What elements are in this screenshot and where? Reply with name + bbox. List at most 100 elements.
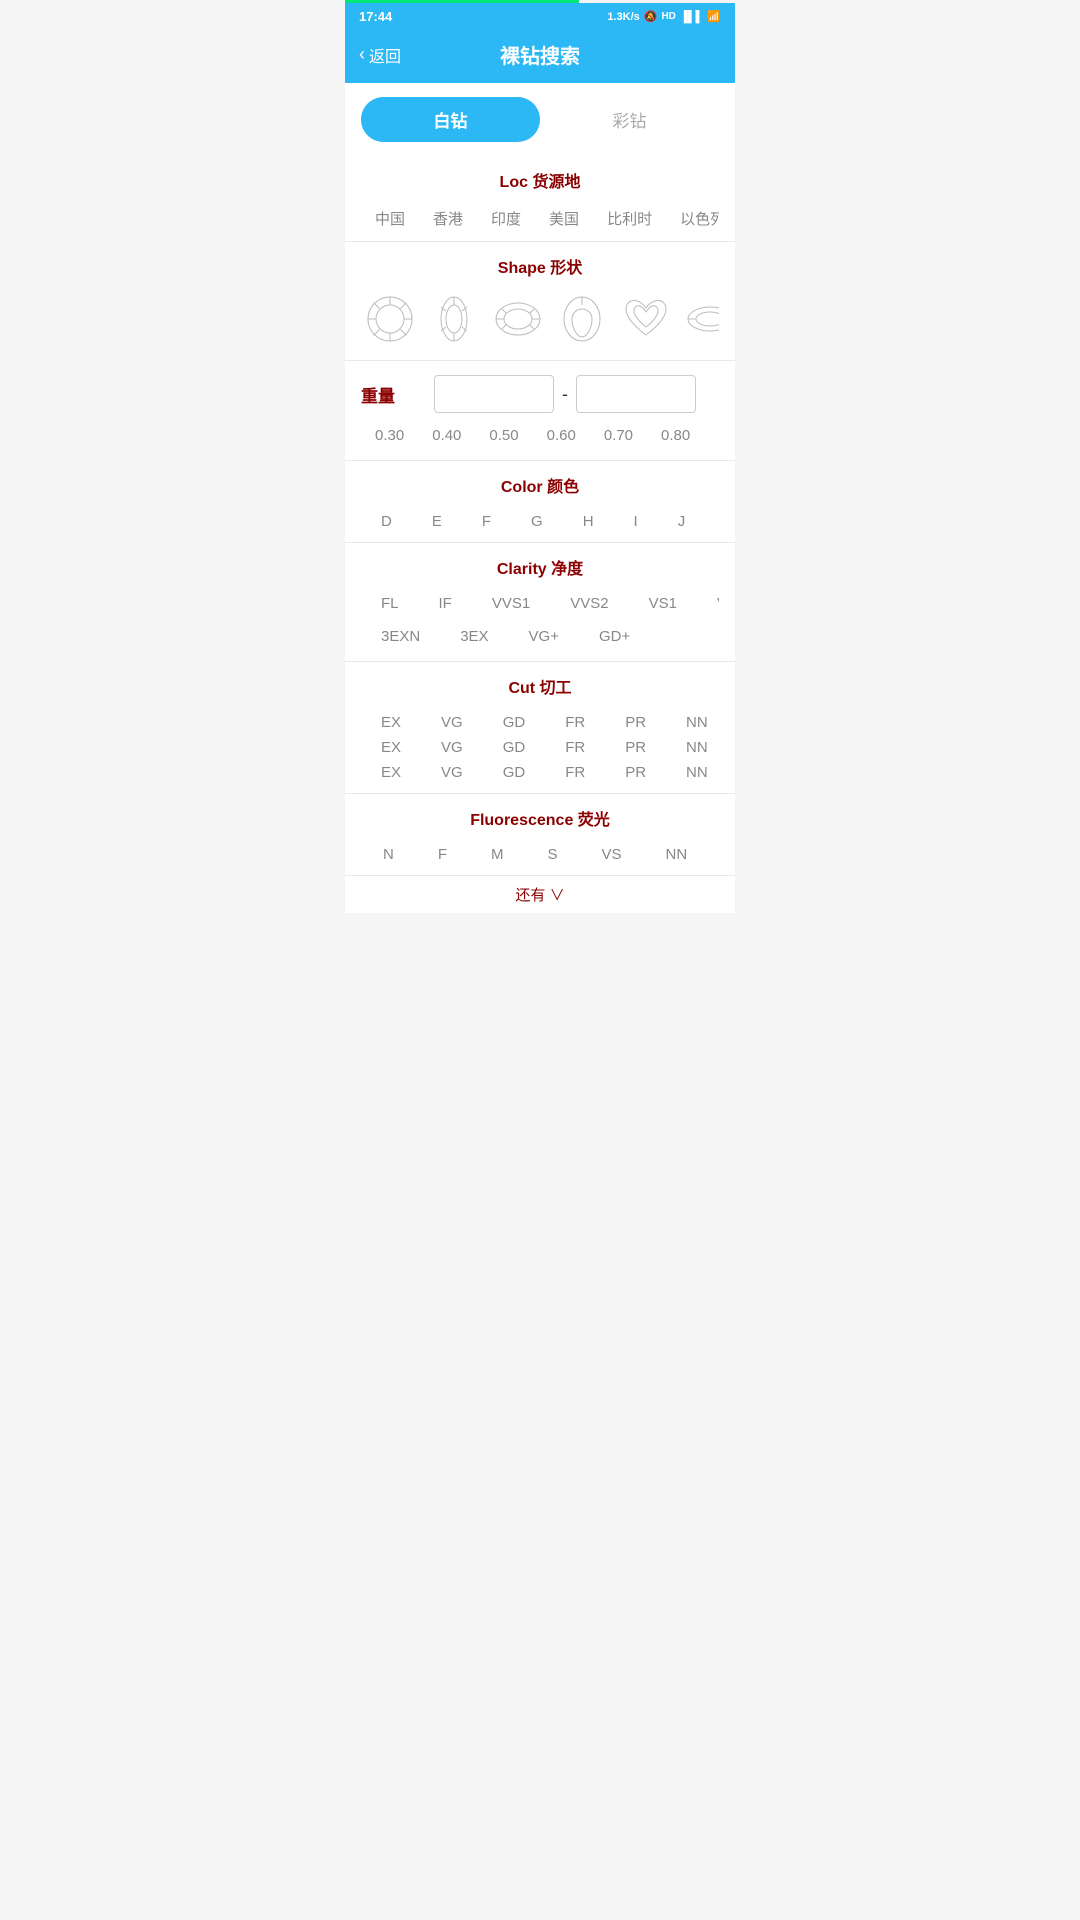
- tab-switcher: 白钻 彩钻: [345, 83, 735, 156]
- sym-PR[interactable]: PR: [605, 760, 666, 785]
- sym-NN[interactable]: NN: [666, 760, 719, 785]
- color-F[interactable]: F: [462, 509, 511, 534]
- polish-row: EX VG GD FR PR NN: [361, 735, 719, 760]
- clarity-VS2[interactable]: VS2: [697, 591, 719, 616]
- clarity-row: FL IF VVS1 VVS2 VS1 VS2 SI1 SI2: [361, 591, 719, 616]
- fluorescence-title: Fluorescence 荧光: [361, 806, 719, 830]
- location-title: Loc 货源地: [361, 168, 719, 192]
- clarity-VVS2[interactable]: VVS2: [550, 591, 628, 616]
- sym-VG[interactable]: VG: [421, 760, 483, 785]
- loc-hongkong[interactable]: 香港: [419, 204, 477, 233]
- bottom-arrow-icon: ∨: [550, 887, 565, 904]
- loc-belgium[interactable]: 比利时: [593, 204, 666, 233]
- clarity-FL[interactable]: FL: [361, 591, 419, 616]
- weight-min-input[interactable]: [434, 375, 554, 413]
- clarity-presets-row: 3EXN 3EX VG+ GD+: [361, 616, 719, 653]
- preset-VGplus[interactable]: VG+: [509, 624, 579, 649]
- shape-heart[interactable]: [617, 290, 675, 348]
- loc-india[interactable]: 印度: [477, 204, 535, 233]
- fluor-VS[interactable]: VS: [580, 842, 644, 867]
- shape-marquise[interactable]: [681, 290, 719, 348]
- sym-FR[interactable]: FR: [545, 760, 605, 785]
- loc-china[interactable]: 中国: [361, 204, 419, 233]
- weight-040[interactable]: 0.40: [418, 423, 475, 448]
- polish-VG[interactable]: VG: [421, 735, 483, 760]
- color-E[interactable]: E: [412, 509, 462, 534]
- polish-GD[interactable]: GD: [483, 735, 546, 760]
- loc-israel[interactable]: 以色列: [666, 204, 719, 233]
- alarm-icon: 🔕: [644, 10, 658, 23]
- weight-header: 重量 -: [361, 375, 719, 413]
- cut-row-1: EX VG GD FR PR NN: [361, 710, 719, 735]
- tab-white-diamond[interactable]: 白钻: [361, 97, 540, 142]
- color-J[interactable]: J: [658, 509, 706, 534]
- wifi-icon: 📶: [707, 10, 721, 23]
- nav-bar: ‹ 返回 裸钻搜索: [345, 30, 735, 83]
- polish-NN[interactable]: NN: [666, 735, 719, 760]
- polish-PR[interactable]: PR: [605, 735, 666, 760]
- symmetry-row: EX VG GD FR PR NN: [361, 760, 719, 785]
- preset-GDplus[interactable]: GD+: [579, 624, 650, 649]
- clarity-title: Clarity 净度: [361, 555, 719, 579]
- weight-section: 重量 - 0.30 0.40 0.50 0.60 0.70 0.80 1.00 …: [345, 361, 735, 461]
- cut-EX[interactable]: EX: [361, 710, 421, 735]
- loc-usa[interactable]: 美国: [535, 204, 593, 233]
- back-button[interactable]: ‹ 返回: [359, 43, 401, 67]
- preset-3EXN[interactable]: 3EXN: [361, 624, 440, 649]
- shape-oval-wide[interactable]: [489, 290, 547, 348]
- weight-080[interactable]: 0.80: [647, 423, 704, 448]
- cut-title: Cut 切工: [361, 674, 719, 698]
- fluor-F[interactable]: F: [416, 842, 469, 867]
- weight-inputs: -: [411, 375, 719, 413]
- network-speed: 1.3K/s: [607, 11, 639, 23]
- color-G[interactable]: G: [511, 509, 563, 534]
- color-D[interactable]: D: [361, 509, 412, 534]
- cut-GD[interactable]: GD: [483, 710, 546, 735]
- fluorescence-row: N F M S VS NN: [361, 842, 719, 867]
- location-section: Loc 货源地 中国 香港 印度 美国 比利时 以色列 泰国 阿联酋: [345, 156, 735, 242]
- cut-NN[interactable]: NN: [666, 710, 719, 735]
- color-I[interactable]: I: [614, 509, 658, 534]
- weight-030[interactable]: 0.30: [361, 423, 418, 448]
- clarity-section: Clarity 净度 FL IF VVS1 VVS2 VS1 VS2 SI1 S…: [345, 543, 735, 662]
- sym-EX[interactable]: EX: [361, 760, 421, 785]
- cut-PR[interactable]: PR: [605, 710, 666, 735]
- tab-color-diamond[interactable]: 彩钻: [540, 97, 719, 142]
- weight-070[interactable]: 0.70: [590, 423, 647, 448]
- clarity-VVS1[interactable]: VVS1: [472, 591, 550, 616]
- fluor-NN[interactable]: NN: [644, 842, 710, 867]
- clarity-IF[interactable]: IF: [419, 591, 472, 616]
- cut-section: Cut 切工 EX VG GD FR PR NN EX VG GD FR PR …: [345, 662, 735, 794]
- bottom-hint-text: 还有: [515, 887, 545, 904]
- weight-050[interactable]: 0.50: [475, 423, 532, 448]
- back-label: 返回: [369, 43, 401, 67]
- color-title: Color 颜色: [361, 473, 719, 497]
- polish-FR[interactable]: FR: [545, 735, 605, 760]
- signal-icon: ▐▌▌: [680, 11, 703, 23]
- shape-oval-narrow[interactable]: [425, 290, 483, 348]
- shape-section: Shape 形状: [345, 242, 735, 361]
- weight-060[interactable]: 0.60: [533, 423, 590, 448]
- fluor-M[interactable]: M: [469, 842, 526, 867]
- fluorescence-section: Fluorescence 荧光 N F M S VS NN: [345, 794, 735, 876]
- clarity-VS1[interactable]: VS1: [629, 591, 697, 616]
- bottom-hint: 还有 ∨: [345, 876, 735, 913]
- cut-FR[interactable]: FR: [545, 710, 605, 735]
- weight-dash: -: [562, 384, 568, 405]
- weight-100[interactable]: 1.00: [704, 423, 719, 448]
- sym-GD[interactable]: GD: [483, 760, 546, 785]
- fluor-N[interactable]: N: [361, 842, 416, 867]
- color-H[interactable]: H: [563, 509, 614, 534]
- cut-rows: EX VG GD FR PR NN EX VG GD FR PR NN EX V…: [361, 710, 719, 785]
- shape-pear[interactable]: [553, 290, 611, 348]
- preset-3EX[interactable]: 3EX: [440, 624, 508, 649]
- status-time: 17:44: [359, 9, 392, 24]
- back-chevron-icon: ‹: [359, 44, 365, 65]
- shape-round[interactable]: [361, 290, 419, 348]
- polish-EX[interactable]: EX: [361, 735, 421, 760]
- shape-row: [361, 290, 719, 352]
- fluor-S[interactable]: S: [526, 842, 580, 867]
- weight-max-input[interactable]: [576, 375, 696, 413]
- location-row: 中国 香港 印度 美国 比利时 以色列 泰国 阿联酋: [361, 204, 719, 233]
- cut-VG[interactable]: VG: [421, 710, 483, 735]
